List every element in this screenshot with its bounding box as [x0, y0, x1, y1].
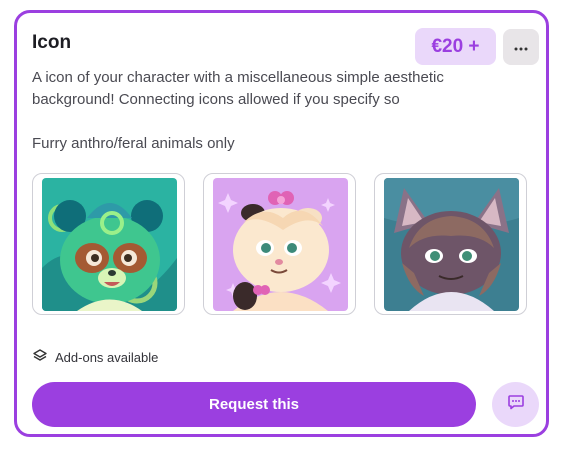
addons-indicator: Add-ons available — [32, 348, 158, 367]
card-note: Furry anthro/feral animals only — [32, 135, 235, 152]
example-thumbnail-2[interactable] — [203, 173, 356, 315]
example-image-3 — [384, 178, 519, 311]
example-thumbnail-3[interactable] — [374, 173, 527, 315]
addons-label: Add-ons available — [55, 350, 159, 365]
price-badge[interactable]: €20 + — [415, 28, 496, 65]
card-title: Icon — [32, 32, 72, 53]
chat-button[interactable] — [492, 382, 539, 427]
example-thumbnail-1[interactable] — [32, 173, 185, 315]
card-description: A icon of your character with a miscella… — [32, 69, 444, 108]
chat-bubble-icon — [507, 393, 525, 416]
example-image-2 — [213, 178, 348, 311]
layers-icon — [32, 348, 48, 367]
more-options-button[interactable] — [503, 29, 539, 65]
commission-card: Icon €20 + A icon of your character with… — [14, 10, 549, 437]
ellipsis-icon — [514, 38, 528, 56]
request-button[interactable]: Request this — [32, 382, 476, 427]
example-image-1 — [42, 178, 177, 311]
